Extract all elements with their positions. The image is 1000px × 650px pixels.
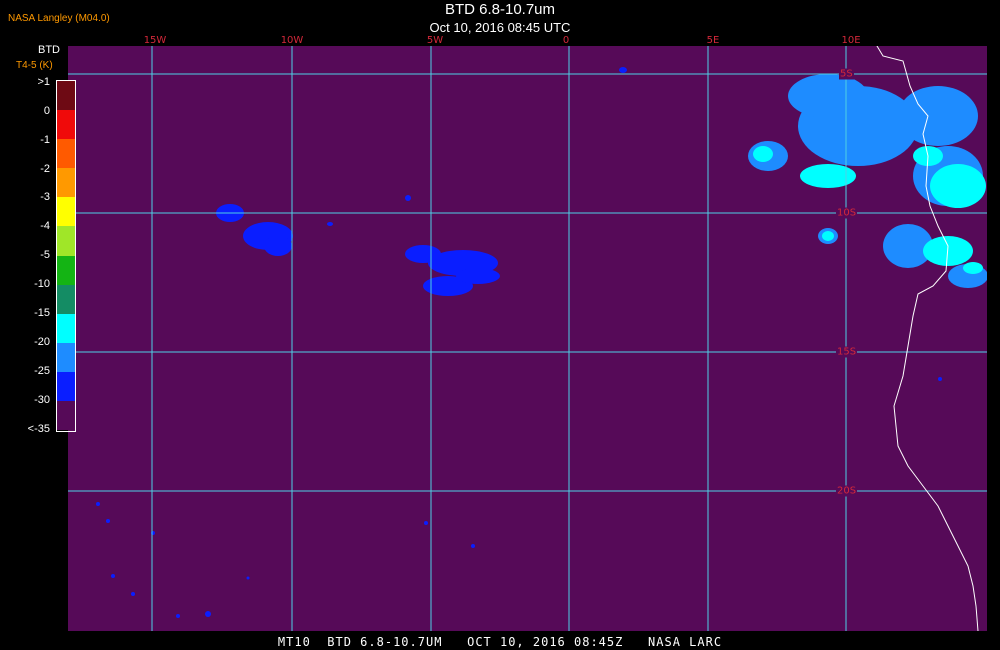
- lon-label-0: 0: [562, 35, 570, 46]
- lat-label-15s: 15S: [836, 346, 858, 358]
- legend-label: -5: [40, 249, 50, 261]
- legend-label: <-35: [27, 423, 50, 435]
- legend-label: -15: [34, 307, 50, 319]
- legend-swatch: [57, 342, 75, 372]
- legend-title: BTD: [38, 44, 60, 56]
- satellite-map[interactable]: [68, 46, 987, 631]
- color-legend: [56, 80, 76, 432]
- legend-label: 0: [43, 105, 50, 117]
- legend-label: -1: [40, 134, 50, 146]
- lon-label-10w: 10W: [280, 35, 304, 46]
- lat-label-5s: 5S: [839, 68, 854, 80]
- legend-label: -3: [40, 191, 50, 203]
- legend-label: -10: [34, 278, 50, 290]
- legend-swatch: [57, 81, 75, 111]
- credit-label: NASA Langley (M04.0): [8, 13, 110, 24]
- lat-label-10s: 10S: [836, 207, 858, 219]
- lat-label-20s: 20S: [836, 485, 858, 497]
- legend-swatch: [57, 226, 75, 256]
- legend-label: -4: [40, 220, 50, 232]
- legend-label: -2: [40, 163, 50, 175]
- legend-label: >1: [37, 76, 50, 88]
- legend-swatch: [57, 197, 75, 227]
- map-canvas: [68, 46, 987, 631]
- legend-swatch: [57, 139, 75, 169]
- image-title: BTD 6.8-10.7um: [444, 1, 556, 18]
- legend-units: T4-5 (K): [16, 60, 53, 71]
- legend-swatch: [57, 255, 75, 285]
- legend-swatch: [57, 401, 75, 431]
- legend-label: -20: [34, 336, 50, 348]
- footer-caption: MT10 BTD 6.8-10.7UM OCT 10, 2016 08:45Z …: [277, 635, 723, 649]
- legend-swatch: [57, 371, 75, 402]
- legend-label: -25: [34, 365, 50, 377]
- legend-swatch: [57, 313, 75, 343]
- lon-label-5w: 5W: [426, 35, 444, 46]
- legend-swatch: [57, 284, 75, 314]
- lon-label-15w: 15W: [143, 35, 167, 46]
- legend-swatch: [57, 110, 75, 140]
- legend-label: -30: [34, 394, 50, 406]
- lon-label-10e: 10E: [841, 35, 861, 46]
- lon-label-5e: 5E: [706, 35, 720, 46]
- legend-swatch: [57, 168, 75, 198]
- image-timestamp: Oct 10, 2016 08:45 UTC: [429, 20, 571, 35]
